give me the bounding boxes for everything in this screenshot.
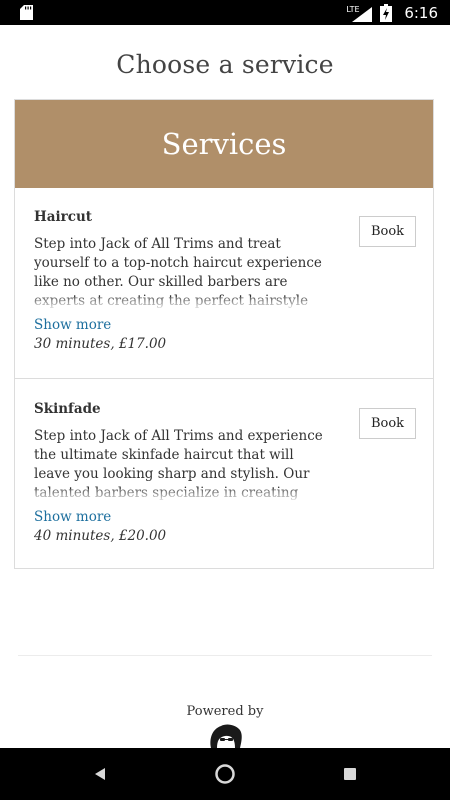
- services-header: Services: [15, 100, 433, 188]
- battery-charging-icon: [380, 3, 393, 22]
- book-haircut-button[interactable]: Book: [359, 216, 416, 247]
- service-duration-price: 40 minutes, £20.00: [34, 528, 167, 544]
- back-button[interactable]: [70, 748, 130, 800]
- recent-apps-button[interactable]: [320, 748, 380, 800]
- service-name: Skinfade: [34, 401, 101, 417]
- home-button[interactable]: [195, 748, 255, 800]
- show-more-link[interactable]: Show more: [34, 317, 111, 333]
- home-icon: [215, 764, 235, 784]
- back-icon: [95, 768, 105, 780]
- service-duration-price: 30 minutes, £17.00: [34, 336, 167, 352]
- sd-card-icon: [20, 5, 33, 20]
- page-title: Choose a service: [116, 50, 334, 79]
- footer-divider: [18, 655, 432, 656]
- status-bar: LTE 6:16: [0, 0, 450, 25]
- show-more-link[interactable]: Show more: [34, 509, 111, 525]
- clock: 6:16: [404, 3, 438, 22]
- book-skinfade-button[interactable]: Book: [359, 408, 416, 439]
- services-card: Services Haircut Step into Jack of All T…: [14, 99, 434, 569]
- service-description: Step into Jack of All Trims and treat yo…: [34, 235, 324, 311]
- navigation-bar: [0, 748, 450, 800]
- service-item-haircut: Haircut Step into Jack of All Trims and …: [15, 188, 433, 379]
- service-item-skinfade: Skinfade Step into Jack of All Trims and…: [15, 380, 433, 571]
- service-description: Step into Jack of All Trims and experien…: [34, 428, 324, 503]
- barber-logo-icon: [210, 724, 242, 748]
- lte-signal-icon: LTE: [346, 4, 376, 22]
- recent-apps-icon: [344, 768, 356, 780]
- powered-by-label: Powered by: [186, 704, 264, 719]
- service-name: Haircut: [34, 209, 93, 225]
